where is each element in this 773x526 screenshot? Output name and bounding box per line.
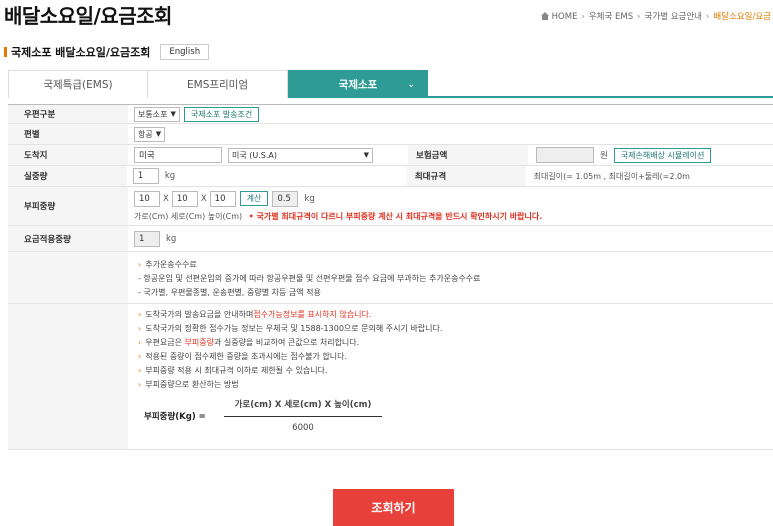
row-service: 편별 항공 ▼: [8, 124, 773, 145]
note-line: 도착국가의 발송요금을 안내하며: [145, 310, 254, 319]
row-volume-weight: 부피중량 10 X 10 X 10 계산 0.5 kg 가로(Cm) 세로(Cm…: [8, 187, 773, 226]
applied-weight-value: 1: [134, 230, 160, 247]
surcharge-title: 추가운송수수료: [145, 260, 197, 269]
tab-ems-premium[interactable]: EMS프리미엄: [148, 70, 288, 98]
note-line: 과 실중량을 비교하여 큰값으로 처리합니다.: [214, 338, 360, 347]
formula-numerator: 가로(cm) X 세로(cm) X 높이(cm): [234, 400, 372, 410]
destination-search-input[interactable]: 미국: [134, 147, 222, 163]
surcharge-notes: › 추가운송수수료 - 항공운임 및 선편운임의 증가에 따라 항공우편물 및 선…: [128, 252, 487, 303]
formula-label: 부피중량(Kg) =: [144, 411, 206, 422]
volume-weight-label: 부피중량: [8, 187, 128, 225]
volume-weight-unit: kg: [304, 193, 315, 204]
max-size-label: 최대규격: [406, 166, 526, 186]
applied-weight-unit: kg: [166, 233, 177, 244]
note-line: 부피중량 적용 시 최대규격 이하로 제한될 수 있습니다.: [145, 366, 328, 375]
page-title: 배달소요일/요금조회: [4, 4, 172, 28]
note-line: 도착국가의 정확한 접수가능 정보는 우체국 및 1588-1300으로 문의해…: [145, 324, 443, 333]
info-notes: › 도착국가의 발송요금을 안내하며접수가능정보를 표시하지 않습니다. › 도착국…: [138, 310, 443, 435]
note-highlight: 접수가능정보를 표시하지 않습니다.: [253, 310, 372, 319]
tab-intl-parcel[interactable]: 국제소포 ⌄: [288, 70, 428, 98]
home-icon[interactable]: [540, 12, 550, 20]
max-size-warning: • 국가별 최대규격이 다르니 부피중량 계산 시 최대규격을 반드시 확인하시…: [248, 211, 543, 221]
row-applied-weight: 요금적용중량 1 kg: [8, 226, 773, 252]
calculate-button[interactable]: 계산: [239, 191, 269, 206]
breadcrumb-ems[interactable]: 우체국 EMS: [589, 12, 633, 22]
applied-weight-label: 요금적용중량: [8, 226, 128, 251]
breadcrumb: HOME › 우체국 EMS › 국가별 요금안내 › 배달소요일/요금: [540, 10, 771, 22]
section-header: 국제소포 배달소요일/요금조회 English: [4, 44, 210, 60]
volume-formula: 부피중량(Kg) = 가로(cm) X 세로(cm) X 높이(cm) 6000: [138, 398, 442, 435]
destination-select[interactable]: 미국 (U.S.A) ▼: [228, 147, 373, 163]
search-submit-button[interactable]: 조회하기: [333, 489, 454, 526]
insurance-label: 보험금액: [408, 145, 528, 165]
max-size-text: 최대길이(= 1.05m , 최대길이+둘레(=2.0m: [533, 171, 690, 181]
row-surcharge-notes: › 추가운송수수료 - 항공운임 및 선편운임의 증가에 따라 항공우편물 및 선…: [8, 252, 773, 304]
actual-weight-input[interactable]: 1: [132, 168, 159, 184]
dimension-hint: 가로(Cm) 세로(Cm) 높이(Cm): [134, 211, 243, 221]
breadcrumb-rates[interactable]: 국가별 요금안내: [645, 12, 702, 22]
section-title: 국제소포 배달소요일/요금조회: [11, 46, 151, 59]
height-input[interactable]: 10: [209, 190, 236, 207]
service-select[interactable]: 항공 ▼: [134, 126, 166, 142]
parcel-condition-button[interactable]: 국제소포 발송조건: [183, 106, 260, 122]
note-line: 적용된 중량이 접수제한 중량을 초과시에는 접수불가 합니다.: [145, 352, 348, 361]
formula-denominator: 6000: [292, 423, 314, 433]
destination-label: 도착지: [8, 145, 128, 165]
damage-simulation-button[interactable]: 국제손해배상 시뮬레이션: [613, 147, 712, 163]
depth-input[interactable]: 10: [171, 190, 198, 207]
tab-intl-parcel-label: 국제소포: [338, 79, 378, 91]
breadcrumb-current: 배달소요일/요금: [713, 12, 771, 22]
row-info-notes: › 도착국가의 발송요금을 안내하며접수가능정보를 표시하지 않습니다. › 도착국…: [8, 304, 773, 450]
rate-form: 우편구분 보통소포 ▼ 국제소포 발송조건 편별 항공 ▼ 도착지 미국 미국 (U…: [8, 104, 773, 450]
width-input[interactable]: 10: [134, 190, 160, 207]
insurance-unit: 원: [600, 151, 608, 161]
surcharge-label-empty: [8, 252, 128, 303]
note-highlight: 부피중량: [184, 338, 214, 347]
mail-type-label: 우편구분: [8, 105, 128, 123]
surcharge-line: - 항공운임 및 선편운임의 증가에 따라 항공우편물 및 선편우편물 접수 요…: [138, 274, 481, 283]
tab-ems[interactable]: 국제특급(EMS): [8, 70, 148, 98]
surcharge-line: - 국가별, 우편물종별, 운송편별, 중량별 차등 금액 적용: [138, 288, 321, 297]
section-bullet: [4, 47, 7, 57]
row-destination: 도착지 미국 미국 (U.S.A) ▼ 보험금액 원 국제손해배상 시뮬레이션: [8, 145, 773, 166]
insurance-input[interactable]: [536, 147, 594, 163]
row-actual-weight: 실중량 1 kg 최대규격 최대길이(= 1.05m , 최대길이+둘레(=2.…: [8, 166, 773, 187]
actual-weight-label: 실중량: [8, 166, 127, 186]
breadcrumb-home[interactable]: HOME: [552, 12, 578, 22]
service-tabs: 국제특급(EMS) EMS프리미엄 국제소포 ⌄: [8, 70, 773, 98]
actual-weight-unit: kg: [164, 171, 176, 181]
service-label: 편별: [8, 124, 128, 144]
english-button[interactable]: English: [160, 44, 210, 60]
volume-weight-result: 0.5: [272, 190, 299, 207]
row-mail-type: 우편구분 보통소포 ▼ 국제소포 발송조건: [8, 105, 773, 124]
mail-type-select[interactable]: 보통소포 ▼: [134, 106, 180, 122]
info-label-empty: [8, 304, 128, 449]
chevron-down-icon[interactable]: ⌄: [407, 80, 415, 90]
note-line: 우편요금은: [145, 338, 185, 347]
note-line: 부피중량으로 환산하는 방법: [145, 380, 239, 389]
